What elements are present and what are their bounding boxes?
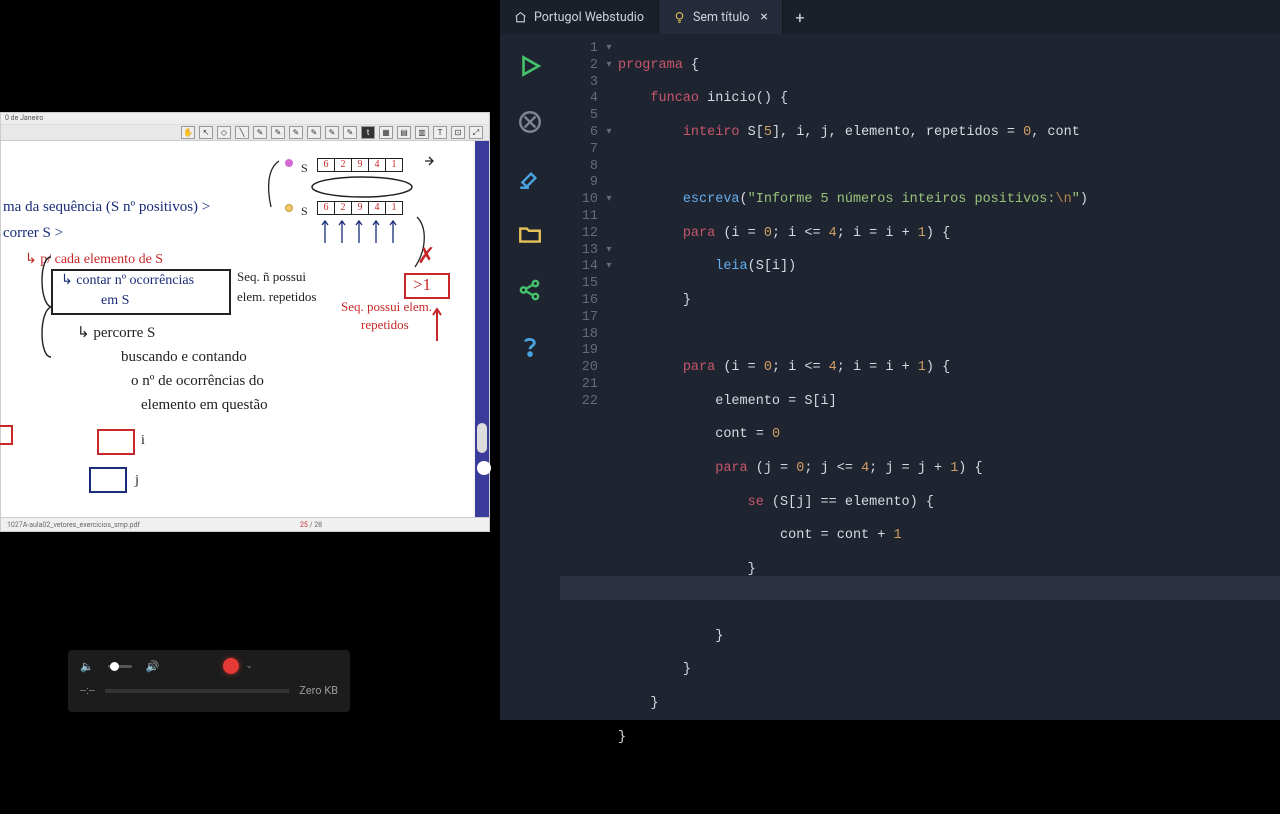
text-elemento-q: elemento em questão: [141, 397, 268, 414]
line-gutter: 12345678910111213141516171819202122: [560, 41, 602, 411]
text-repetidos: repetidos: [361, 317, 409, 333]
tab-portugol-home[interactable]: Portugol Webstudio: [500, 0, 659, 34]
text-buscando: buscando e contando: [121, 349, 247, 366]
lightbulb-icon: [673, 11, 686, 24]
close-icon[interactable]: ×: [760, 9, 767, 25]
grid2-tool-icon[interactable]: ▤: [397, 126, 411, 139]
text-seq-possui: Seq. possui elem.: [341, 299, 432, 315]
text-tool-icon[interactable]: t: [361, 126, 375, 139]
share-button[interactable]: [514, 274, 546, 306]
pen6-tool-icon[interactable]: ✎: [343, 126, 357, 139]
ide-panel: Portugol Webstudio Sem título × +: [500, 0, 1280, 720]
notebook-toolbar: ✋ ↖ ◇ ╲ ✎ ✎ ✎ ✎ ✎ ✎ t ▦ ▤ ▥ T ⊡ ⤢: [1, 125, 489, 141]
shape-tool-icon[interactable]: ◇: [217, 126, 231, 139]
hand-tool-icon[interactable]: ✋: [181, 126, 195, 139]
record-button[interactable]: [223, 658, 239, 674]
pen3-tool-icon[interactable]: ✎: [289, 126, 303, 139]
left-pane: 0 de Janeiro ✋ ↖ ◇ ╲ ✎ ✎ ✎ ✎ ✎ ✎ t ▦ ▤ ▥…: [0, 0, 495, 720]
grid1-tool-icon[interactable]: ▦: [379, 126, 393, 139]
open-button[interactable]: [514, 218, 546, 250]
volume-icon[interactable]: 🔈: [80, 660, 94, 673]
text-contar: ↳ contar nº ocorrências: [61, 272, 194, 289]
console-panel[interactable]: [560, 576, 1280, 600]
text-sequencia: ma da sequência (S nº positivos) >: [3, 199, 210, 216]
help-button[interactable]: [514, 330, 546, 362]
page-indicator: 25 / 28: [300, 521, 322, 529]
fold-column: ▾▾▾▾▾▾: [602, 41, 616, 411]
text-seq-n-possui: Seq. ñ possui: [237, 269, 306, 285]
volume-icon-2[interactable]: 🔊: [146, 660, 160, 673]
text-n-ocor: o nº de ocorrências do: [131, 373, 264, 390]
label-var-j: j: [135, 473, 139, 489]
notebook-footer: 1027A-aula02_vetores_exercicios_smp.pdf …: [1, 517, 489, 531]
line-tool-icon[interactable]: ╲: [235, 126, 249, 139]
crop-tool-icon[interactable]: ⊡: [451, 126, 465, 139]
notebook-paper: S 62941 S 62941: [1, 141, 473, 517]
pen5-tool-icon[interactable]: ✎: [325, 126, 339, 139]
stop-button[interactable]: [514, 106, 546, 138]
clean-button[interactable]: [514, 162, 546, 194]
text-elem-repetidos: elem. repetidos: [237, 289, 316, 305]
recorder-time: --:--: [80, 684, 95, 697]
pointer-tool-icon[interactable]: ↖: [199, 126, 213, 139]
tab-untitled[interactable]: Sem título ×: [659, 0, 783, 34]
recorder-progress[interactable]: [105, 689, 289, 693]
tab-bar: Portugol Webstudio Sem título × +: [500, 0, 1280, 34]
recorder-panel: 🔈 🔊 ⌄ --:-- Zero KB: [68, 650, 350, 712]
box-i: [97, 429, 135, 455]
run-button[interactable]: [514, 50, 546, 82]
text-percorre: ↳ percorre S: [77, 323, 155, 342]
text-correr: correr S >: [3, 225, 63, 242]
volume-slider-1[interactable]: [108, 665, 132, 668]
box-j: [89, 467, 127, 493]
code-content: programa { funcao inicio() { inteiro S[5…: [618, 41, 1280, 814]
gt1-text: >1: [413, 275, 431, 295]
red-small-box: [0, 425, 13, 445]
tab-label: Sem título: [693, 10, 749, 25]
notebook-window: 0 de Janeiro ✋ ↖ ◇ ╲ ✎ ✎ ✎ ✎ ✎ ✎ t ▦ ▤ ▥…: [0, 112, 490, 532]
record-dropdown-icon[interactable]: ⌄: [245, 661, 253, 671]
code-editor[interactable]: 12345678910111213141516171819202122 ▾▾▾▾…: [560, 34, 1280, 720]
grid3-tool-icon[interactable]: ▥: [415, 126, 429, 139]
pen4-tool-icon[interactable]: ✎: [307, 126, 321, 139]
recorder-size: Zero KB: [299, 684, 338, 697]
text-em-s: em S: [101, 293, 129, 309]
expand-tool-icon[interactable]: ⤢: [469, 126, 483, 139]
home-icon: [514, 11, 527, 24]
text2-tool-icon[interactable]: T: [433, 126, 447, 139]
label-var-i: i: [141, 433, 145, 449]
tab-label: Portugol Webstudio: [534, 10, 644, 25]
red-x-icon: ✗: [417, 243, 435, 269]
scroll-handle-icon[interactable]: [477, 461, 491, 475]
pen2-tool-icon[interactable]: ✎: [271, 126, 285, 139]
brace-icon: [33, 253, 57, 363]
ide-sidebar: [500, 34, 560, 720]
new-tab-button[interactable]: +: [783, 0, 817, 34]
arrow-up-red-icon: [427, 303, 447, 343]
file-name-label: 1027A-aula02_vetores_exercicios_smp.pdf: [7, 521, 140, 529]
notebook-titlebar: 0 de Janeiro: [1, 113, 489, 125]
scroll-thumb[interactable]: [477, 423, 487, 453]
pen1-tool-icon[interactable]: ✎: [253, 126, 267, 139]
